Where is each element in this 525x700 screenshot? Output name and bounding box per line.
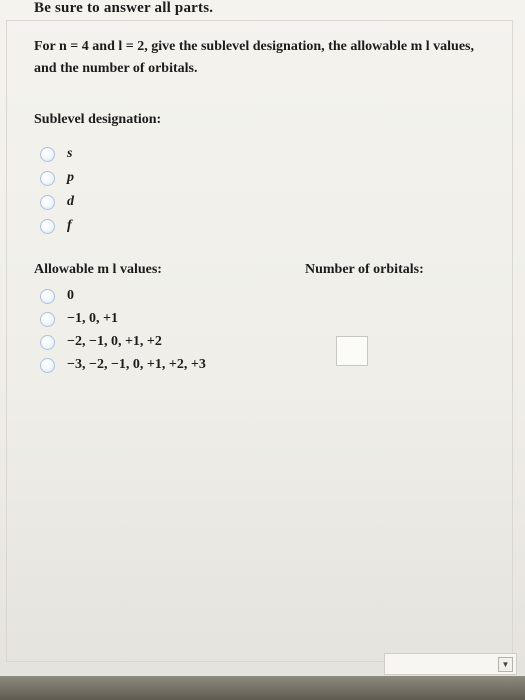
sublevel-option-d[interactable]: d bbox=[40, 194, 74, 210]
sublevel-label: Sublevel designation: bbox=[34, 112, 162, 127]
option-label: d bbox=[67, 194, 74, 209]
ml-option-0[interactable]: 0 bbox=[40, 288, 74, 304]
desk-edge bbox=[0, 676, 525, 700]
radio-button-icon[interactable] bbox=[40, 146, 55, 162]
orbitals-input[interactable] bbox=[336, 336, 368, 366]
option-label: p bbox=[67, 170, 74, 185]
chevron-down-icon[interactable]: ▼ bbox=[498, 657, 513, 672]
bottom-dropdown[interactable]: ▼ bbox=[384, 653, 517, 675]
ml-option-1[interactable]: −1, 0, +1 bbox=[40, 311, 118, 327]
option-label: −2, −1, 0, +1, +2 bbox=[67, 334, 162, 349]
question-text: For n = 4 and l = 2, give the sublevel d… bbox=[34, 39, 475, 76]
sublevel-option-p[interactable]: p bbox=[40, 170, 74, 186]
sublevel-option-f[interactable]: f bbox=[40, 218, 72, 234]
ml-option-2[interactable]: −2, −1, 0, +1, +2 bbox=[40, 334, 162, 350]
ml-values-label: Allowable m l values: bbox=[34, 262, 162, 277]
radio-button-icon[interactable] bbox=[40, 218, 55, 234]
option-label: −1, 0, +1 bbox=[67, 311, 118, 326]
radio-button-icon[interactable] bbox=[40, 357, 55, 373]
instruction-text: Be sure to answer all parts. bbox=[34, 0, 214, 16]
option-label: f bbox=[67, 218, 72, 233]
radio-button-icon[interactable] bbox=[40, 170, 55, 186]
option-label: 0 bbox=[67, 288, 74, 303]
radio-button-icon[interactable] bbox=[40, 311, 55, 327]
radio-button-icon[interactable] bbox=[40, 288, 55, 304]
question-page: Be sure to answer all parts. For n = 4 a… bbox=[0, 0, 525, 700]
orbitals-label: Number of orbitals: bbox=[305, 262, 424, 277]
option-label: −3, −2, −1, 0, +1, +2, +3 bbox=[67, 357, 206, 372]
radio-button-icon[interactable] bbox=[40, 334, 55, 350]
ml-option-3[interactable]: −3, −2, −1, 0, +1, +2, +3 bbox=[40, 357, 206, 373]
radio-button-icon[interactable] bbox=[40, 194, 55, 210]
option-label: s bbox=[67, 146, 73, 161]
sublevel-option-s[interactable]: s bbox=[40, 146, 72, 162]
